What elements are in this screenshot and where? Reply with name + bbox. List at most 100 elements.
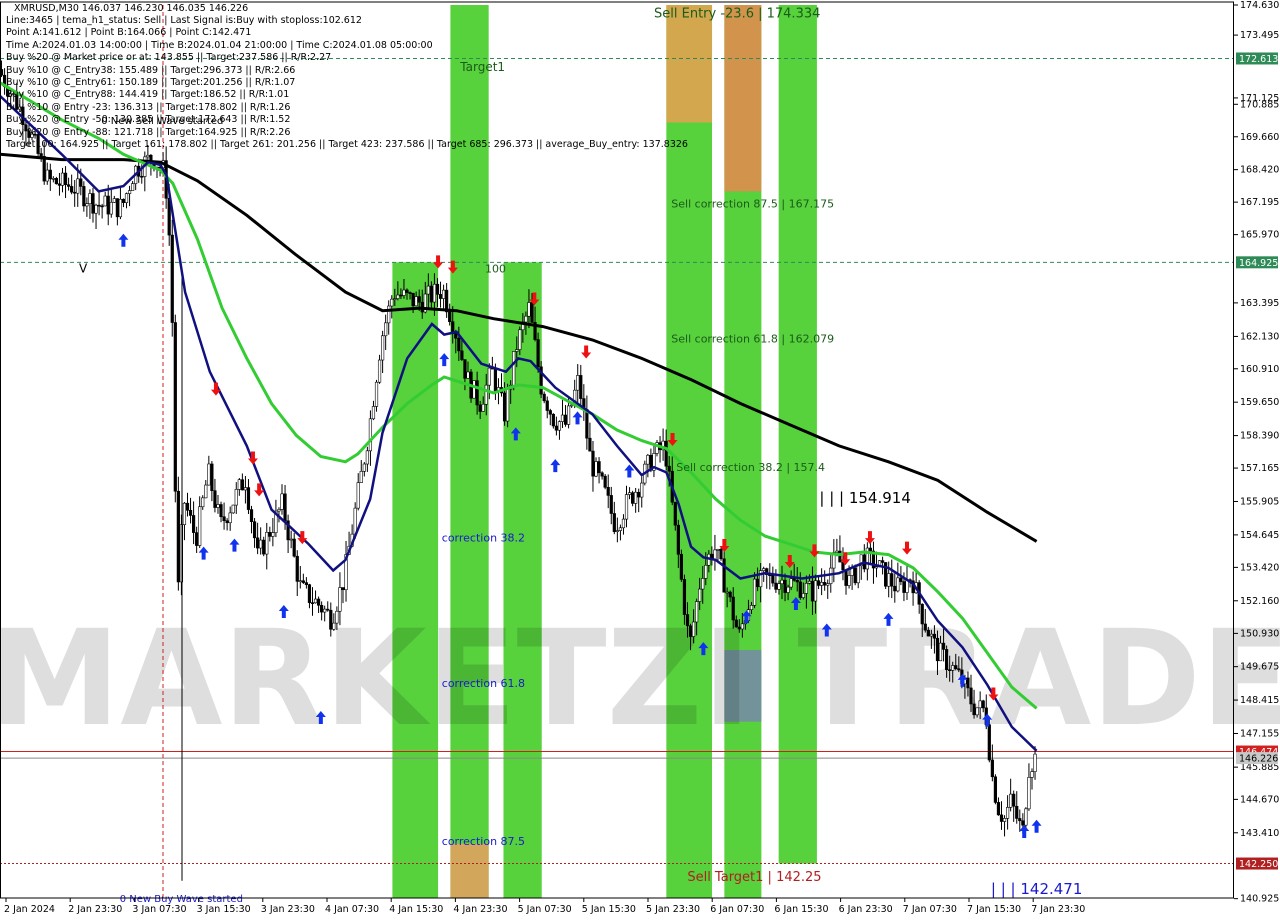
candle-body xyxy=(548,410,552,415)
time-tick-label: 7 Jan 23:30 xyxy=(1031,904,1085,915)
candle-body xyxy=(256,537,260,549)
candle-body xyxy=(82,186,86,207)
candle-body xyxy=(798,581,802,598)
candle-body xyxy=(277,509,281,512)
candle-body xyxy=(466,371,470,379)
price-tick-label: 168.420 xyxy=(1240,165,1279,176)
candle-body xyxy=(752,578,757,606)
candle-body xyxy=(234,489,238,506)
chart-annotation: V xyxy=(79,261,88,275)
time-tick-label: 4 Jan 07:30 xyxy=(325,904,379,915)
candle-body xyxy=(393,298,397,300)
candle-body xyxy=(816,580,821,586)
price-tick-label: 147.155 xyxy=(1240,728,1279,739)
info-line: Buy %20 @ Entry -50: 130.385 || Target:1… xyxy=(6,114,291,126)
candle-body xyxy=(640,482,644,498)
candle-body xyxy=(627,492,632,495)
candle-body xyxy=(722,558,726,593)
sell-arrow-icon xyxy=(581,345,592,359)
candle-body xyxy=(298,580,302,583)
candle-body xyxy=(646,454,650,465)
candle-body xyxy=(591,450,595,477)
candle-body xyxy=(417,296,421,303)
candle-body xyxy=(338,587,342,612)
candle-body xyxy=(1009,793,1013,808)
price-tick-label: 169.660 xyxy=(1240,132,1279,143)
candle-body xyxy=(975,707,979,716)
price-tick-label: 152.160 xyxy=(1240,596,1279,607)
price-tick-label: 155.905 xyxy=(1240,496,1279,507)
info-line: Buy %20 @ Market price or at: 143.855 ||… xyxy=(6,52,332,64)
candle-body xyxy=(600,472,604,477)
candle-body xyxy=(475,380,479,406)
zone-bar xyxy=(724,5,762,192)
candle-body xyxy=(1018,818,1022,822)
buy-arrow-icon xyxy=(1019,825,1030,839)
candle-body xyxy=(698,588,702,602)
price-tick-label: 160.910 xyxy=(1240,364,1279,375)
time-tick-label: 6 Jan 15:30 xyxy=(774,904,828,915)
candle-body xyxy=(185,502,190,511)
candle-body xyxy=(97,204,101,207)
candle-body xyxy=(243,487,248,491)
candle-body xyxy=(945,649,949,670)
candle-body xyxy=(316,598,321,606)
candle-body xyxy=(688,625,693,637)
candle-body xyxy=(240,479,244,491)
candle-body xyxy=(335,610,339,624)
candle-body xyxy=(1024,808,1028,826)
candle-body xyxy=(42,156,46,182)
candle-body xyxy=(228,512,232,524)
time-tick-label: 5 Jan 07:30 xyxy=(518,904,572,915)
candle-body xyxy=(896,577,900,592)
candle-body xyxy=(188,509,193,516)
candle-body xyxy=(902,581,906,593)
candle-body xyxy=(484,384,488,405)
candle-body xyxy=(957,668,961,671)
time-tick-label: 4 Jan 15:30 xyxy=(389,904,443,915)
candle-body xyxy=(926,629,930,637)
candle-body xyxy=(835,550,839,553)
sell-arrow-icon xyxy=(901,541,912,555)
candle-body xyxy=(527,302,531,317)
candle-body xyxy=(441,289,446,299)
time-tick-label: 6 Jan 23:30 xyxy=(839,904,893,915)
candle-body xyxy=(198,506,202,546)
candle-body xyxy=(283,493,287,522)
price-tick-label: 163.395 xyxy=(1240,298,1279,309)
candle-body xyxy=(365,450,369,465)
candle-body xyxy=(252,521,257,539)
candle-body xyxy=(100,205,104,208)
candle-body xyxy=(222,516,226,522)
candle-body xyxy=(280,493,284,510)
candle-body xyxy=(94,204,98,214)
candle-body xyxy=(396,294,400,299)
chart-annotation: | | | 142.471 xyxy=(991,880,1083,898)
price-tick-label: 148.415 xyxy=(1240,695,1279,706)
chart-annotation: Sell correction 87.5 | 167.175 xyxy=(671,197,834,210)
candle-body xyxy=(1005,807,1010,819)
chart: MARKETZI TRADE Sell Entry -23.6 | 174.33… xyxy=(0,0,1280,920)
candle-body xyxy=(807,580,812,584)
candle-body xyxy=(899,577,903,582)
candle-body xyxy=(384,322,388,337)
candle-body xyxy=(115,198,119,218)
candle-body xyxy=(795,579,799,583)
candle-body xyxy=(576,375,580,391)
price-tick-label: 174.630 xyxy=(1240,0,1279,11)
candle-body xyxy=(106,195,110,215)
candle-body xyxy=(624,494,629,520)
candle-body xyxy=(941,642,946,650)
price-tick-label: 165.970 xyxy=(1240,230,1279,241)
info-line: Time A:2024.01.03 14:00:00 | Time B:2024… xyxy=(6,39,433,51)
candle-body xyxy=(935,637,940,662)
candle-body xyxy=(728,591,732,598)
candle-body xyxy=(124,193,129,203)
candle-body xyxy=(783,579,787,593)
symbol-line: XMRUSD,M30 146.037 146.230 146.035 146.2… xyxy=(14,3,249,14)
candle-body xyxy=(823,582,827,586)
candle-body xyxy=(1027,777,1031,810)
candle-body xyxy=(51,178,55,180)
candle-body xyxy=(1021,820,1025,826)
candle-body xyxy=(438,294,443,299)
